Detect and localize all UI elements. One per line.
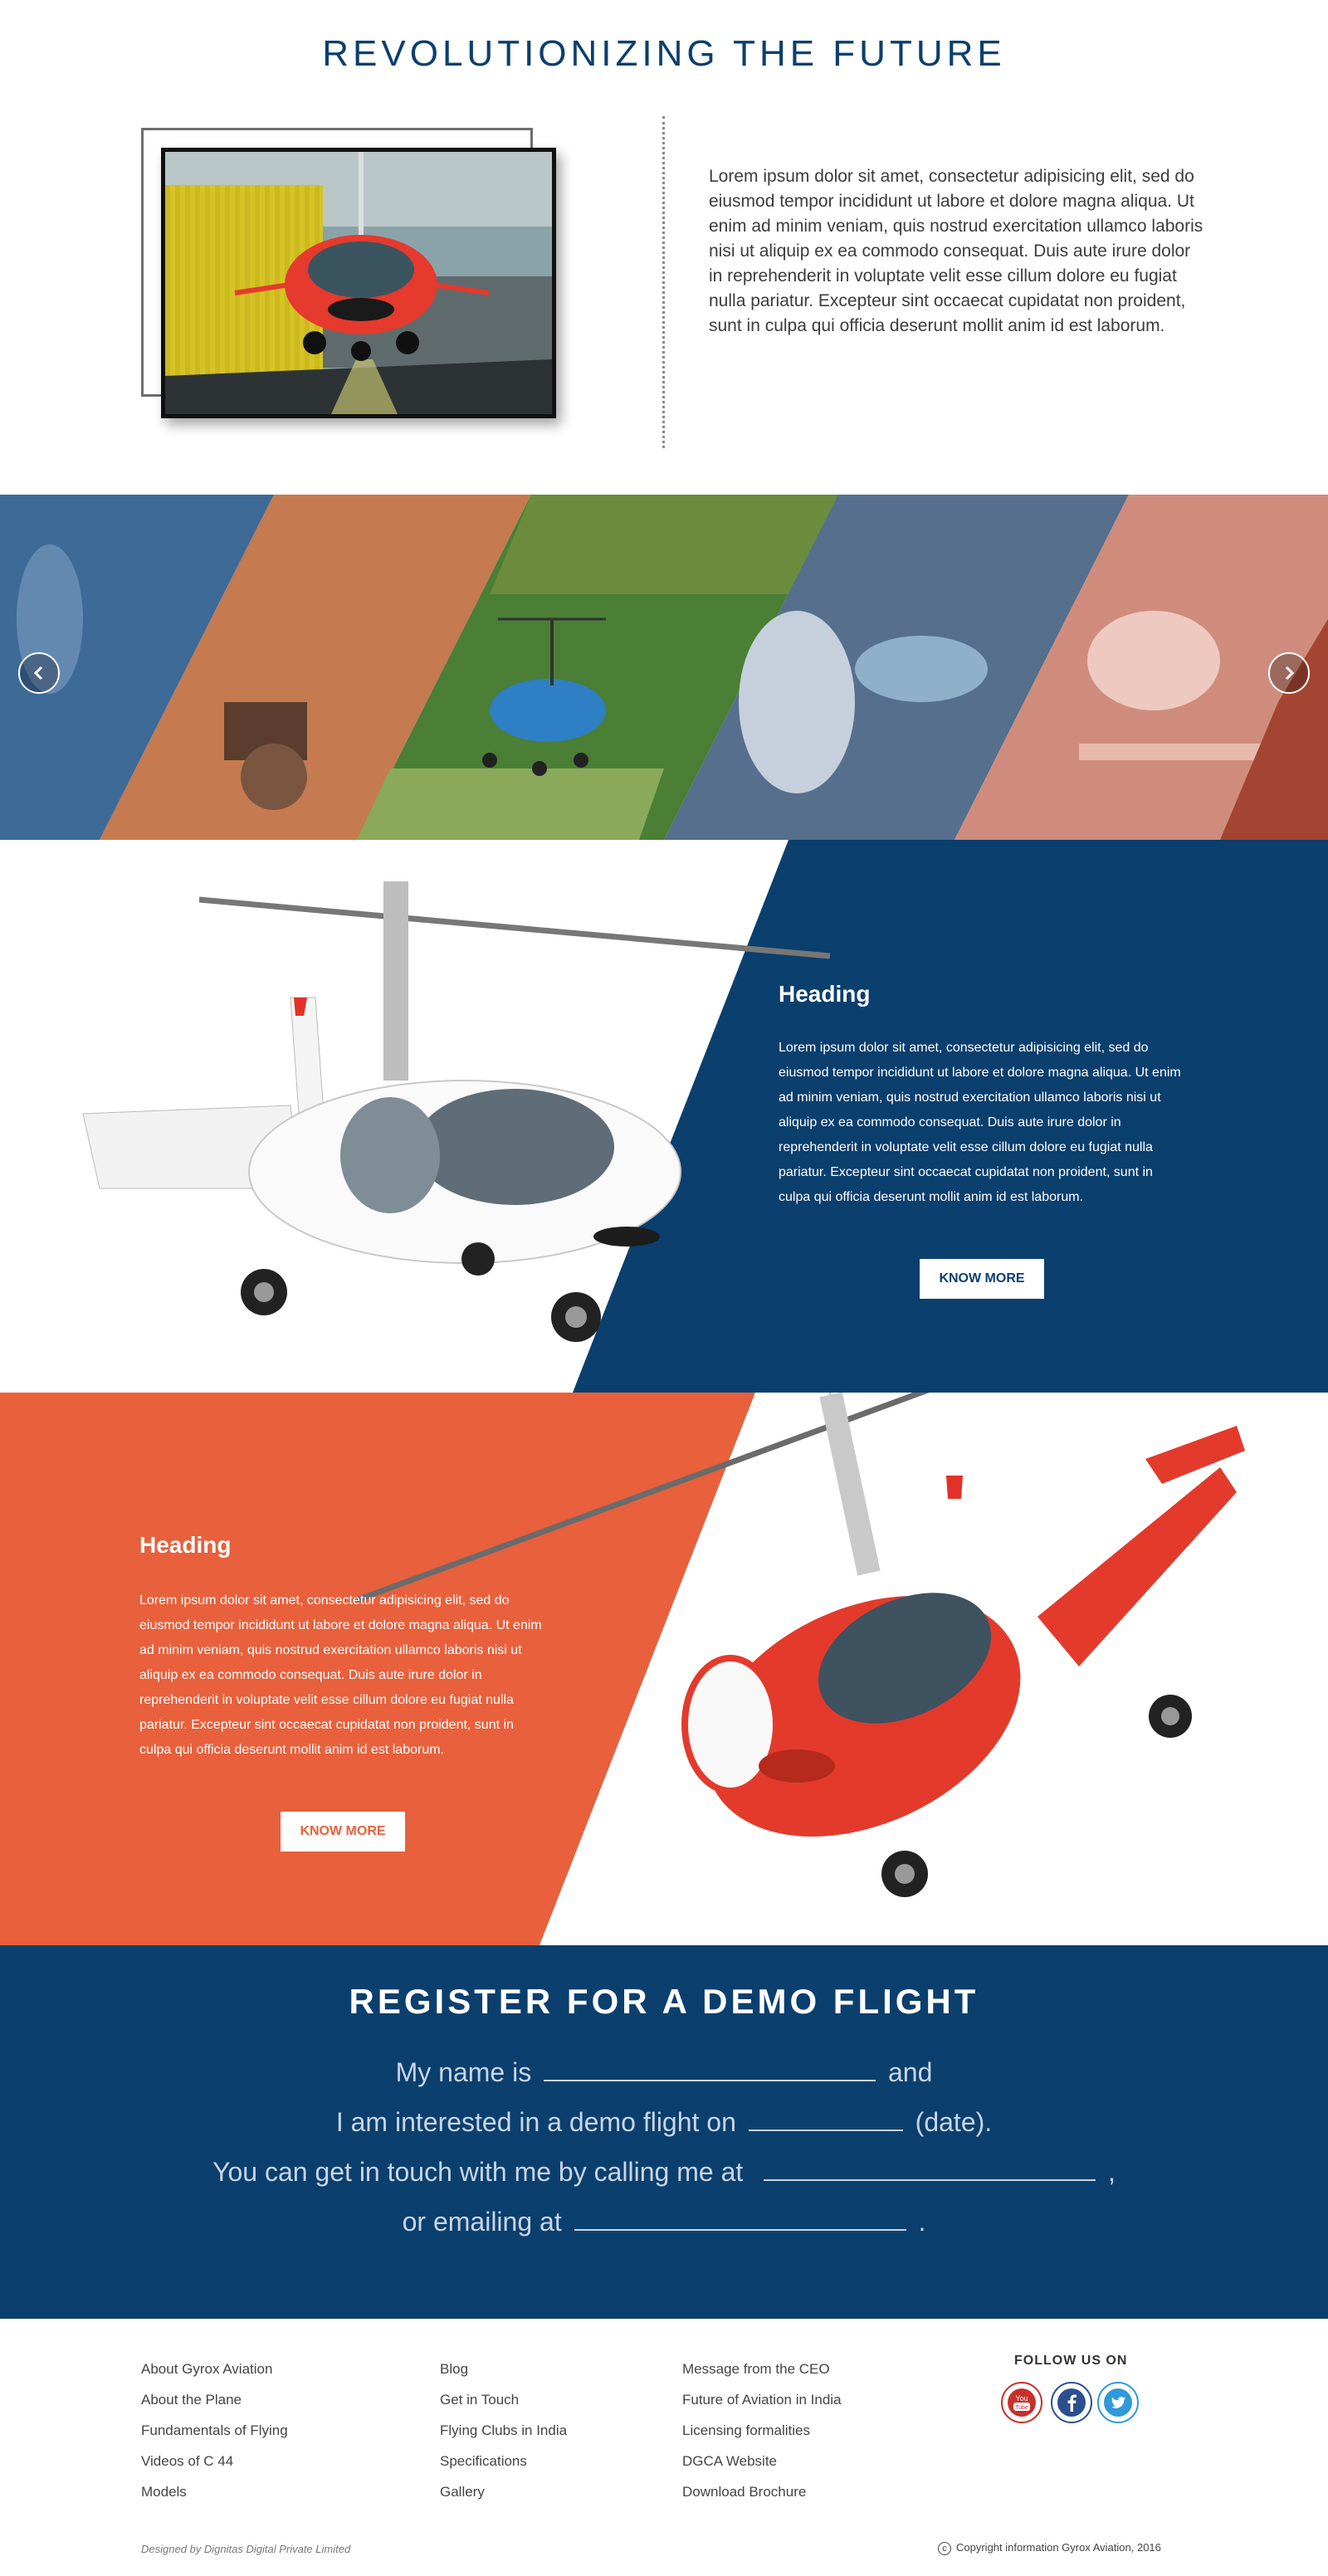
form-label-period: . <box>918 2207 926 2237</box>
phone-input[interactable] <box>764 2156 1096 2181</box>
youtube-button[interactable]: You Tube <box>1001 2382 1042 2423</box>
form-label-date: I am interested in a demo flight on <box>335 2107 736 2137</box>
follow-us-label: FOLLOW US ON <box>1014 2354 1128 2368</box>
facebook-icon <box>1057 2388 1086 2417</box>
feature1-know-more-button[interactable]: KNOW MORE <box>920 1259 1044 1299</box>
form-line-date: I am interested in a demo flight on (dat… <box>0 2106 1328 2138</box>
footer-column-3: Message from the CEO Future of Aviation … <box>682 2354 842 2507</box>
photo-gallery-carousel <box>0 495 1328 840</box>
form-line-phone: You can get in touch with me by calling … <box>0 2156 1328 2188</box>
copyright-icon: c <box>938 2542 951 2555</box>
footer-column-2: Blog Get in Touch Flying Clubs in India … <box>440 2354 567 2507</box>
name-input[interactable] <box>544 2056 876 2081</box>
footer-link-models[interactable]: Models <box>141 2476 288 2507</box>
feature2-text: Lorem ipsum dolor sit amet, consectetur … <box>139 1593 542 1757</box>
register-title: REGISTER FOR A DEMO FLIGHT <box>349 1982 979 2021</box>
footer-link-brochure[interactable]: Download Brochure <box>682 2476 842 2507</box>
hero-gyrocopter-photo <box>161 148 556 418</box>
feature-section-red-gyro: Heading Lorem ipsum dolor sit amet, cons… <box>0 1393 1328 1945</box>
form-label-date-suffix: (date). <box>915 2107 993 2137</box>
copyright-label: Copyright information Gyrox Aviation, 20… <box>956 2541 1161 2554</box>
form-label-email: or emailing at <box>402 2207 562 2237</box>
footer-link-specifications[interactable]: Specifications <box>440 2446 567 2476</box>
form-label-name: My name is <box>395 2057 532 2087</box>
footer-link-videos[interactable]: Videos of C 44 <box>141 2446 288 2476</box>
designed-by-credit: Designed by Dignitas Digital Private Lim… <box>141 2543 351 2555</box>
footer-link-fundamentals[interactable]: Fundamentals of Flying <box>141 2415 288 2446</box>
chevron-left-icon <box>33 666 43 681</box>
page-title: REVOLUTIONIZING THE FUTURE <box>322 33 1006 74</box>
form-line-email: or emailing at . <box>0 2206 1328 2237</box>
footer-link-licensing[interactable]: Licensing formalities <box>682 2415 842 2446</box>
footer-link-flying-clubs[interactable]: Flying Clubs in India <box>440 2415 567 2446</box>
form-label-comma: , <box>1108 2157 1116 2187</box>
feature2-heading: Heading <box>139 1532 232 1558</box>
feature-section-white-gyro: Heading Lorem ipsum dolor sit amet, cons… <box>0 840 1328 1393</box>
intro-section: REVOLUTIONIZING THE FUTURE Lorem ipsum d… <box>0 0 1328 495</box>
feature1-text: Lorem ipsum dolor sit amet, consectetur … <box>779 1041 1181 1204</box>
svg-text:You: You <box>1015 2394 1028 2403</box>
svg-text:Tube: Tube <box>1015 2405 1028 2411</box>
form-label-phone: You can get in touch with me by calling … <box>212 2157 744 2187</box>
chevron-right-icon <box>1285 666 1295 681</box>
footer-link-future-aviation[interactable]: Future of Aviation in India <box>682 2384 842 2415</box>
vertical-divider <box>662 116 665 448</box>
footer: About Gyrox Aviation About the Plane Fun… <box>0 2319 1328 2576</box>
form-label-and: and <box>887 2057 933 2087</box>
footer-link-about-plane[interactable]: About the Plane <box>141 2384 288 2415</box>
footer-link-about-gyrox[interactable]: About Gyrox Aviation <box>141 2354 288 2384</box>
form-line-name: My name is and <box>0 2056 1328 2088</box>
feature2-know-more-button[interactable]: KNOW MORE <box>281 1812 405 1852</box>
gallery-next-button[interactable] <box>1268 652 1310 694</box>
demo-flight-form: REGISTER FOR A DEMO FLIGHT My name is an… <box>0 1945 1328 2319</box>
feature1-heading: Heading <box>779 981 871 1007</box>
footer-link-get-in-touch[interactable]: Get in Touch <box>440 2384 567 2415</box>
footer-column-1: About Gyrox Aviation About the Plane Fun… <box>141 2354 288 2507</box>
intro-paragraph: Lorem ipsum dolor sit amet, consectetur … <box>709 167 1204 335</box>
email-input[interactable] <box>574 2206 906 2231</box>
youtube-icon: You Tube <box>1008 2388 1036 2417</box>
footer-link-blog[interactable]: Blog <box>440 2354 567 2384</box>
gallery-strip <box>0 495 1328 840</box>
footer-link-gallery[interactable]: Gallery <box>440 2476 567 2507</box>
footer-link-ceo-message[interactable]: Message from the CEO <box>682 2354 842 2384</box>
twitter-icon <box>1104 2388 1132 2417</box>
footer-link-dgca[interactable]: DGCA Website <box>682 2446 842 2476</box>
copyright-text: c Copyright information Gyrox Aviation, 2… <box>938 2541 1161 2555</box>
twitter-button[interactable] <box>1097 2382 1139 2423</box>
gallery-prev-button[interactable] <box>18 652 60 694</box>
facebook-button[interactable] <box>1051 2382 1092 2423</box>
date-input[interactable] <box>748 2106 903 2131</box>
